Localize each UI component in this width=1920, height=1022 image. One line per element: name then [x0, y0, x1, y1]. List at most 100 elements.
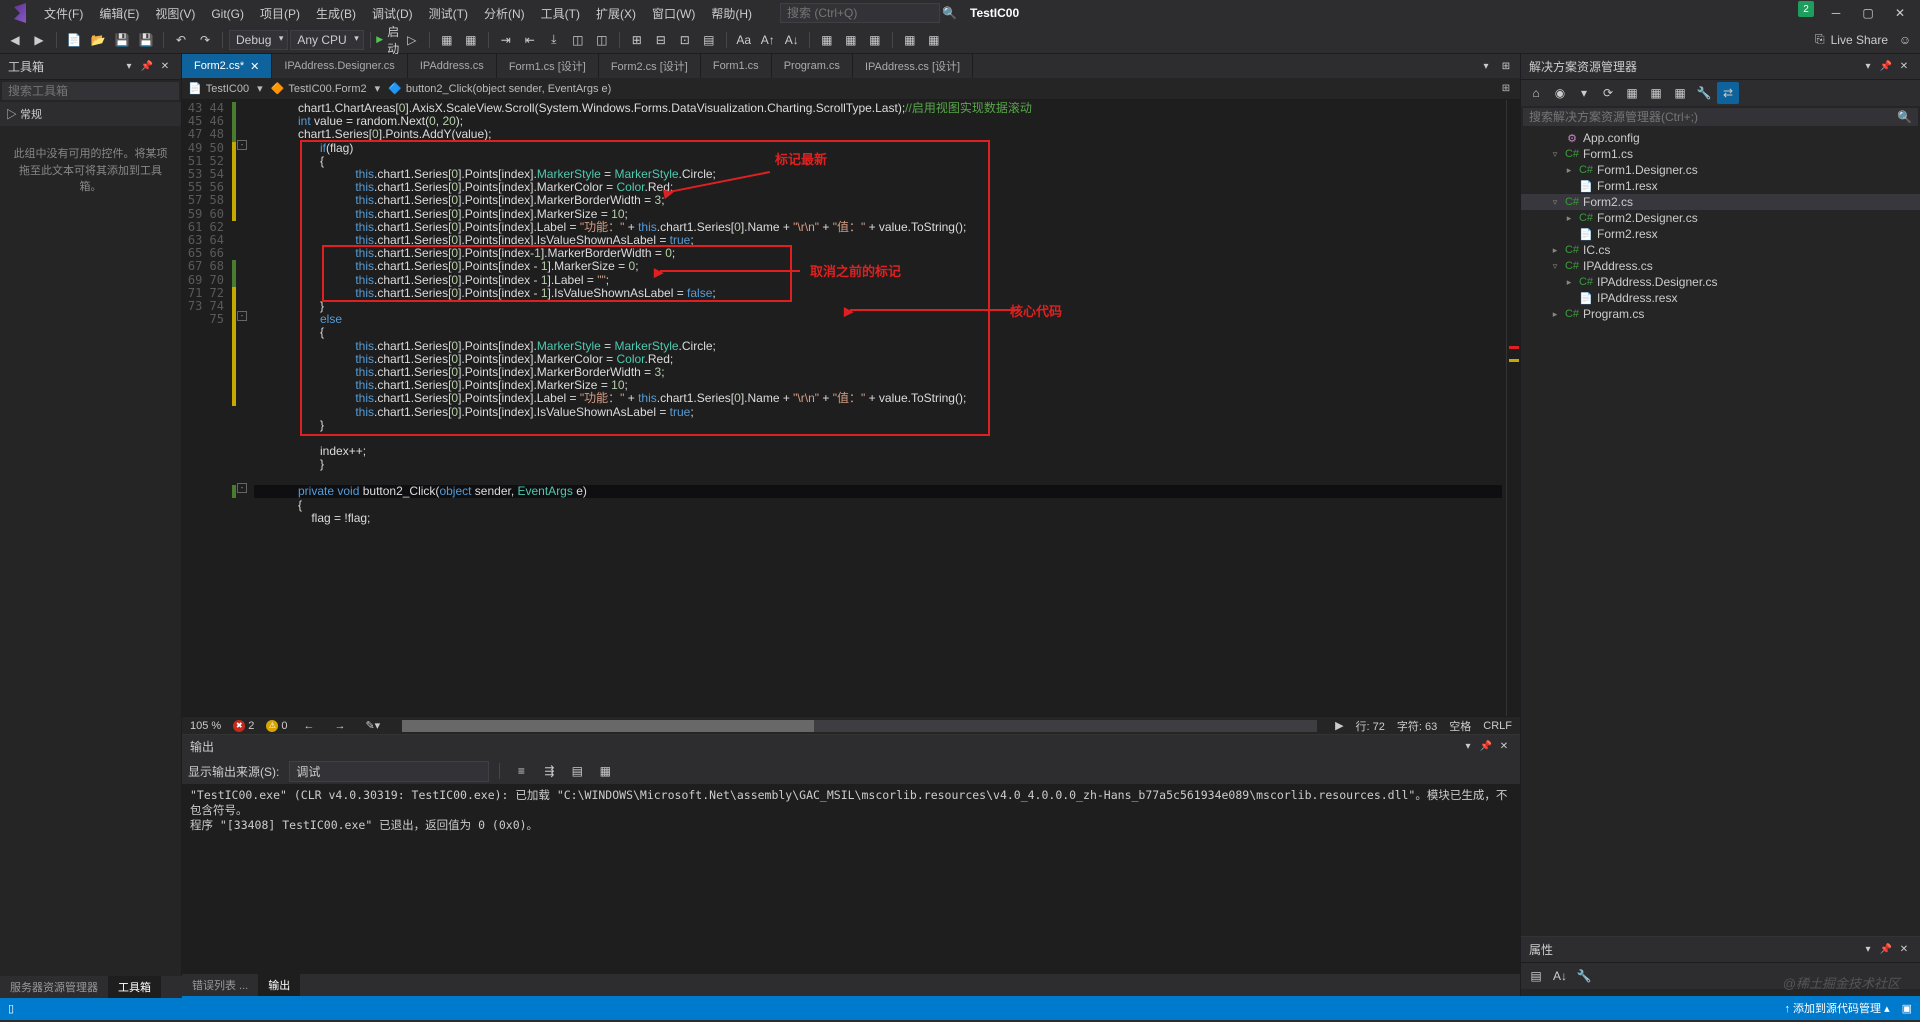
code-editor[interactable]: 43 44 45 46 47 48 49 50 51 52 53 54 55 5…	[182, 100, 1520, 716]
clear-output-icon[interactable]: ≡	[510, 760, 532, 782]
dropdown-icon[interactable]: ▾	[1460, 739, 1476, 755]
menu-item[interactable]: Git(G)	[203, 3, 252, 25]
menu-item[interactable]: 调试(D)	[364, 3, 421, 25]
tool-icon[interactable]: ▦	[899, 29, 921, 51]
dropdown-icon[interactable]: ▾	[121, 59, 137, 75]
properties-icon[interactable]: 🔧	[1693, 82, 1715, 104]
tree-item[interactable]: 📄IPAddress.resx	[1521, 290, 1920, 306]
tree-item[interactable]: ▸C#Form1.Designer.cs	[1521, 162, 1920, 178]
editor-tab[interactable]: Form2.cs*✕	[182, 54, 272, 78]
menu-item[interactable]: 窗口(W)	[644, 3, 703, 25]
menu-item[interactable]: 视图(V)	[147, 3, 203, 25]
quick-search[interactable]: 🔍	[780, 3, 940, 23]
dropdown-icon[interactable]: ▾	[1860, 59, 1876, 75]
tree-item[interactable]: 📄Form1.resx	[1521, 178, 1920, 194]
tool-icon[interactable]: ▦	[864, 29, 886, 51]
warning-icon[interactable]: ⚠	[266, 720, 278, 732]
menu-item[interactable]: 文件(F)	[36, 3, 91, 25]
tool-icon[interactable]: A↑	[757, 29, 779, 51]
editor-tab[interactable]: Form1.cs	[701, 54, 772, 78]
start-without-debug-icon[interactable]: ▷	[401, 29, 423, 51]
output-tool-icon[interactable]: ▤	[566, 760, 588, 782]
editor-tab[interactable]: Form2.cs [设计]	[599, 54, 701, 78]
open-icon[interactable]: 📂	[87, 29, 109, 51]
quick-search-input[interactable]	[787, 6, 942, 20]
sol-tool-icon[interactable]: ▦	[1621, 82, 1643, 104]
tool-icon[interactable]: ◫	[591, 29, 613, 51]
tree-item[interactable]: ▿C#Form1.cs	[1521, 146, 1920, 162]
tab-close-icon[interactable]: ✕	[250, 60, 259, 73]
maximize-button[interactable]: ▢	[1852, 1, 1884, 25]
props-tool-icon[interactable]: 🔧	[1573, 965, 1595, 987]
tool-icon[interactable]: ▦	[436, 29, 458, 51]
nav-back-icon[interactable]: ◀	[4, 29, 26, 51]
tree-item[interactable]: ▸C#IC.cs	[1521, 242, 1920, 258]
editor-tab[interactable]: Form1.cs [设计]	[497, 54, 599, 78]
liveshare-label[interactable]: Live Share	[1831, 33, 1888, 47]
editor-tab[interactable]: IPAddress.cs [设计]	[853, 54, 973, 78]
categorize-icon[interactable]: ▤	[1525, 965, 1547, 987]
alpha-sort-icon[interactable]: A↓	[1549, 965, 1571, 987]
tab-settings-icon[interactable]: ⊞	[1498, 58, 1514, 74]
tree-item[interactable]: ▸C#Form2.Designer.cs	[1521, 210, 1920, 226]
menu-item[interactable]: 生成(B)	[308, 3, 364, 25]
tool-icon[interactable]: ⊞	[626, 29, 648, 51]
sol-tool-icon[interactable]: ▾	[1573, 82, 1595, 104]
tool-icon[interactable]: ▦	[840, 29, 862, 51]
tool-icon[interactable]: A↓	[781, 29, 803, 51]
save-all-icon[interactable]: 💾	[135, 29, 157, 51]
nav-fwd-icon[interactable]: ▶	[28, 29, 50, 51]
platform-dropdown[interactable]: Any CPU	[290, 30, 363, 50]
menu-item[interactable]: 扩展(X)	[588, 3, 644, 25]
editor-tab[interactable]: Program.cs	[772, 54, 853, 78]
tool-icon[interactable]: ▦	[816, 29, 838, 51]
step-icon[interactable]: ⇤	[519, 29, 541, 51]
status-icon[interactable]: ▣	[1902, 1002, 1912, 1015]
insert-mode[interactable]: 空格	[1449, 718, 1471, 734]
split-icon[interactable]: ⊞	[1498, 81, 1514, 97]
line-ending[interactable]: CRLF	[1483, 720, 1512, 732]
solution-search[interactable]: 🔍	[1523, 108, 1918, 126]
toggle-wrap-icon[interactable]: ⇶	[538, 760, 560, 782]
feedback-icon[interactable]: ☺	[1894, 29, 1916, 51]
home-icon[interactable]: ⌂	[1525, 82, 1547, 104]
dropdown-icon[interactable]: ▾	[1860, 942, 1876, 958]
show-all-icon[interactable]: ▦	[1669, 82, 1691, 104]
minimap[interactable]	[1506, 100, 1520, 716]
prev-issue-icon[interactable]: ←	[299, 720, 318, 732]
menu-item[interactable]: 帮助(H)	[703, 3, 760, 25]
tree-item[interactable]: 📄Form2.resx	[1521, 226, 1920, 242]
bottom-tab[interactable]: 输出	[258, 974, 300, 996]
redo-icon[interactable]: ↷	[194, 29, 216, 51]
save-icon[interactable]: 💾	[111, 29, 133, 51]
output-text[interactable]: "TestIC00.exe" (CLR v4.0.30319: TestIC00…	[182, 784, 1520, 974]
step-icon[interactable]: ⤓	[543, 29, 565, 51]
sol-tool-icon[interactable]: ◉	[1549, 82, 1571, 104]
bottom-tab[interactable]: 错误列表 ...	[182, 974, 258, 996]
close-icon[interactable]: ✕	[157, 59, 173, 75]
breadcrumb-project[interactable]: 📄 TestIC00	[188, 82, 249, 95]
error-icon[interactable]: ✖	[233, 720, 245, 732]
step-icon[interactable]: ⇥	[495, 29, 517, 51]
zoom-level[interactable]: 105 %	[190, 720, 221, 732]
pin-icon[interactable]: 📌	[1878, 942, 1894, 958]
toolbox-search-input[interactable]	[8, 84, 173, 98]
tool-icon[interactable]: Aa	[733, 29, 755, 51]
next-issue-icon[interactable]: →	[330, 720, 349, 732]
breadcrumb-class[interactable]: 🔶 TestIC00.Form2	[271, 82, 367, 95]
tab-overflow-icon[interactable]: ▾	[1478, 58, 1494, 74]
close-icon[interactable]: ✕	[1496, 739, 1512, 755]
close-icon[interactable]: ✕	[1896, 942, 1912, 958]
sol-tool-icon[interactable]: ⇄	[1717, 82, 1739, 104]
breadcrumb-method[interactable]: 🔷 button2_Click(object sender, EventArgs…	[388, 82, 611, 95]
liveshare-icon[interactable]: ⎘	[1815, 32, 1825, 47]
sol-tool-icon[interactable]: ▦	[1645, 82, 1667, 104]
notification-badge[interactable]: 2	[1798, 1, 1814, 17]
output-source-dropdown[interactable]: 调试	[289, 761, 489, 782]
tool-icon[interactable]: ◫	[567, 29, 589, 51]
pin-icon[interactable]: 📌	[1878, 59, 1894, 75]
tree-item[interactable]: ⚙App.config	[1521, 130, 1920, 146]
editor-tab[interactable]: IPAddress.Designer.cs	[272, 54, 407, 78]
scope-icon[interactable]: ✎▾	[361, 719, 384, 732]
undo-icon[interactable]: ↶	[170, 29, 192, 51]
